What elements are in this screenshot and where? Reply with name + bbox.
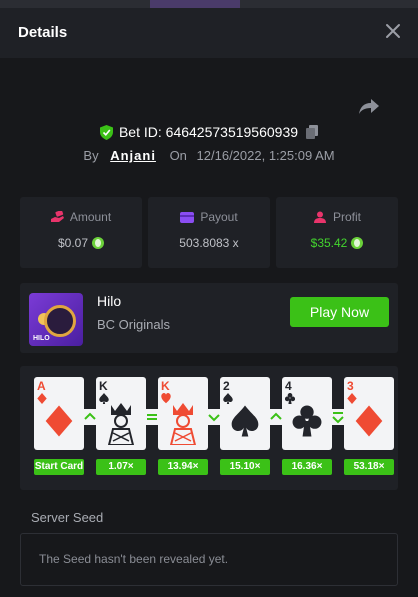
playing-card-4: 2 [220,377,270,450]
guess-lower-icon [206,409,222,425]
card-history-panel: A Start Card K 1.07× K 13.94× 2 15.10× 4 16.36× 3 5… [20,366,398,490]
card-rank: K [99,379,108,393]
stat-payout-value: 503.8083 x [179,236,239,250]
diamond-large-icon [45,405,73,437]
guess-same-icon [144,409,160,425]
stat-payout: Payout 503.8083 x [148,197,270,268]
bet-byline: By Anjani On 12/16/2022, 1:25:09 AM [0,148,418,163]
modal-header: Details [0,8,418,58]
stat-profit-label: Profit [332,210,361,224]
game-thumbnail-label: HILO [33,335,50,342]
card-rank: K [161,379,170,393]
game-panel: HILO Hilo BC Originals Play Now [20,283,398,353]
multiplier-label: 15.10× [220,459,270,475]
king-figure-icon [169,403,197,445]
server-seed-box: The Seed hasn't been revealed yet. [20,533,398,586]
stat-amount: Amount $0.07 [20,197,142,268]
stat-amount-label: Amount [69,210,112,224]
user-link[interactable]: Anjani [110,148,156,163]
modal-content: Bet ID: 64642573519560939 By Anjani On 1… [0,58,418,597]
multiplier-label: 16.36× [282,459,332,475]
card-rank: 2 [223,379,230,393]
stat-profit: Profit $35.42 [276,197,398,268]
by-label: By [83,148,99,163]
multiplier-label: 13.94× [158,459,208,475]
background-page-strip [0,0,418,8]
card-rank: 4 [285,379,292,393]
game-thumbnail[interactable]: HILO [29,293,83,346]
stat-profit-value: $35.42 [310,236,348,250]
coin-icon [351,237,364,249]
playing-card-3: K [158,377,208,450]
guess-same-or-lower-icon [330,409,346,425]
guess-higher-icon [82,409,98,425]
guess-higher-icon [268,409,284,425]
card-rank: A [37,379,46,393]
game-name: Hilo [97,293,122,309]
king-figure-icon [107,403,135,445]
start-card-label: Start Card [34,459,84,475]
copy-icon[interactable] [306,125,319,142]
users-icon [313,211,326,223]
play-now-button[interactable]: Play Now [290,297,389,327]
diamond-large-icon [355,405,383,437]
bet-id-row: Bet ID: 64642573519560939 [0,124,418,143]
stat-payout-label: Payout [200,210,238,224]
details-modal: Details Bet ID: 64642573519560939 By Anj… [0,8,418,597]
share-icon[interactable] [358,97,380,115]
multiplier-label: 1.07× [96,459,146,475]
coin-icon [92,237,105,249]
modal-title: Details [18,24,68,41]
server-seed-label: Server Seed [31,510,104,525]
playing-card-2: K [96,377,146,450]
bet-id-text: Bet ID: 64642573519560939 [118,124,299,140]
club-large-icon [292,405,322,437]
spade-large-icon [231,405,259,437]
money-hand-icon [50,210,64,222]
playing-card-1: A [34,377,84,450]
wallet-icon [180,212,195,223]
close-icon[interactable] [384,22,402,40]
background-wallet-tab [150,0,240,8]
playing-card-5: 4 [282,377,332,450]
bet-stats: Amount $0.07 Payout 503.8083 x Profit $3… [20,197,398,268]
multiplier-label: 53.18× [344,459,394,475]
stat-amount-value: $0.07 [57,236,89,250]
server-seed-message: The Seed hasn't been revealed yet. [39,552,229,566]
bet-date: 12/16/2022, 1:25:09 AM [196,148,335,163]
card-rank: 3 [347,379,354,393]
on-label: On [169,148,187,163]
game-provider: BC Originals [97,317,170,332]
verified-shield-icon [99,125,113,143]
playing-card-6: 3 [344,377,394,450]
